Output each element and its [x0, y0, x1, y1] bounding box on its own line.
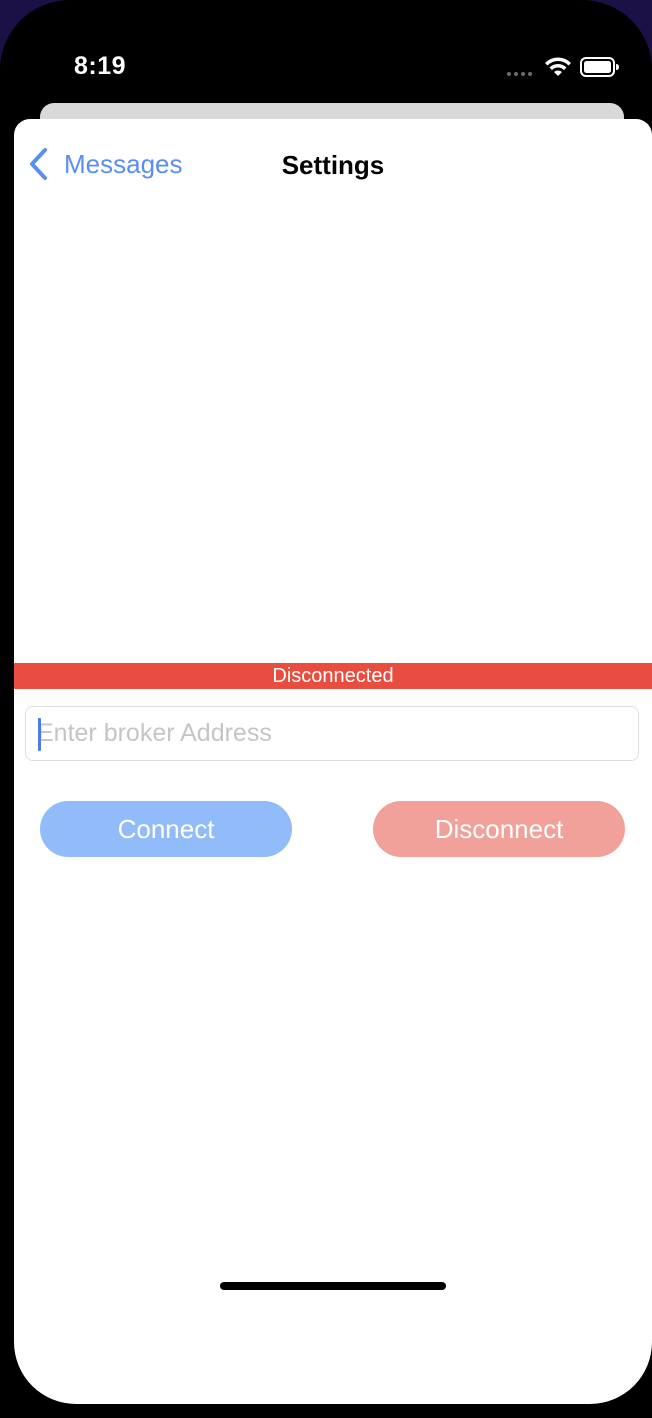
battery-icon — [580, 57, 619, 77]
broker-address-field[interactable] — [25, 706, 639, 761]
device-frame: 8:19 Messages Settings Disconnected Ente… — [0, 0, 652, 1418]
screen: 8:19 Messages Settings Disconnected Ente… — [0, 0, 652, 1418]
connection-status-banner: Disconnected — [14, 663, 652, 689]
cellular-signal-icon — [507, 68, 537, 76]
disconnect-button[interactable]: Disconnect — [373, 801, 625, 857]
status-time: 8:19 — [74, 52, 127, 80]
broker-address-input[interactable] — [37, 707, 627, 760]
settings-sheet: Messages Settings Disconnected Connect D… — [14, 119, 652, 1404]
home-indicator[interactable] — [220, 1282, 446, 1290]
text-cursor — [38, 718, 41, 751]
page-title: Settings — [281, 150, 385, 180]
connect-button[interactable]: Connect — [40, 801, 292, 857]
wifi-icon — [545, 57, 571, 76]
status-bar: 8:19 — [0, 0, 652, 100]
